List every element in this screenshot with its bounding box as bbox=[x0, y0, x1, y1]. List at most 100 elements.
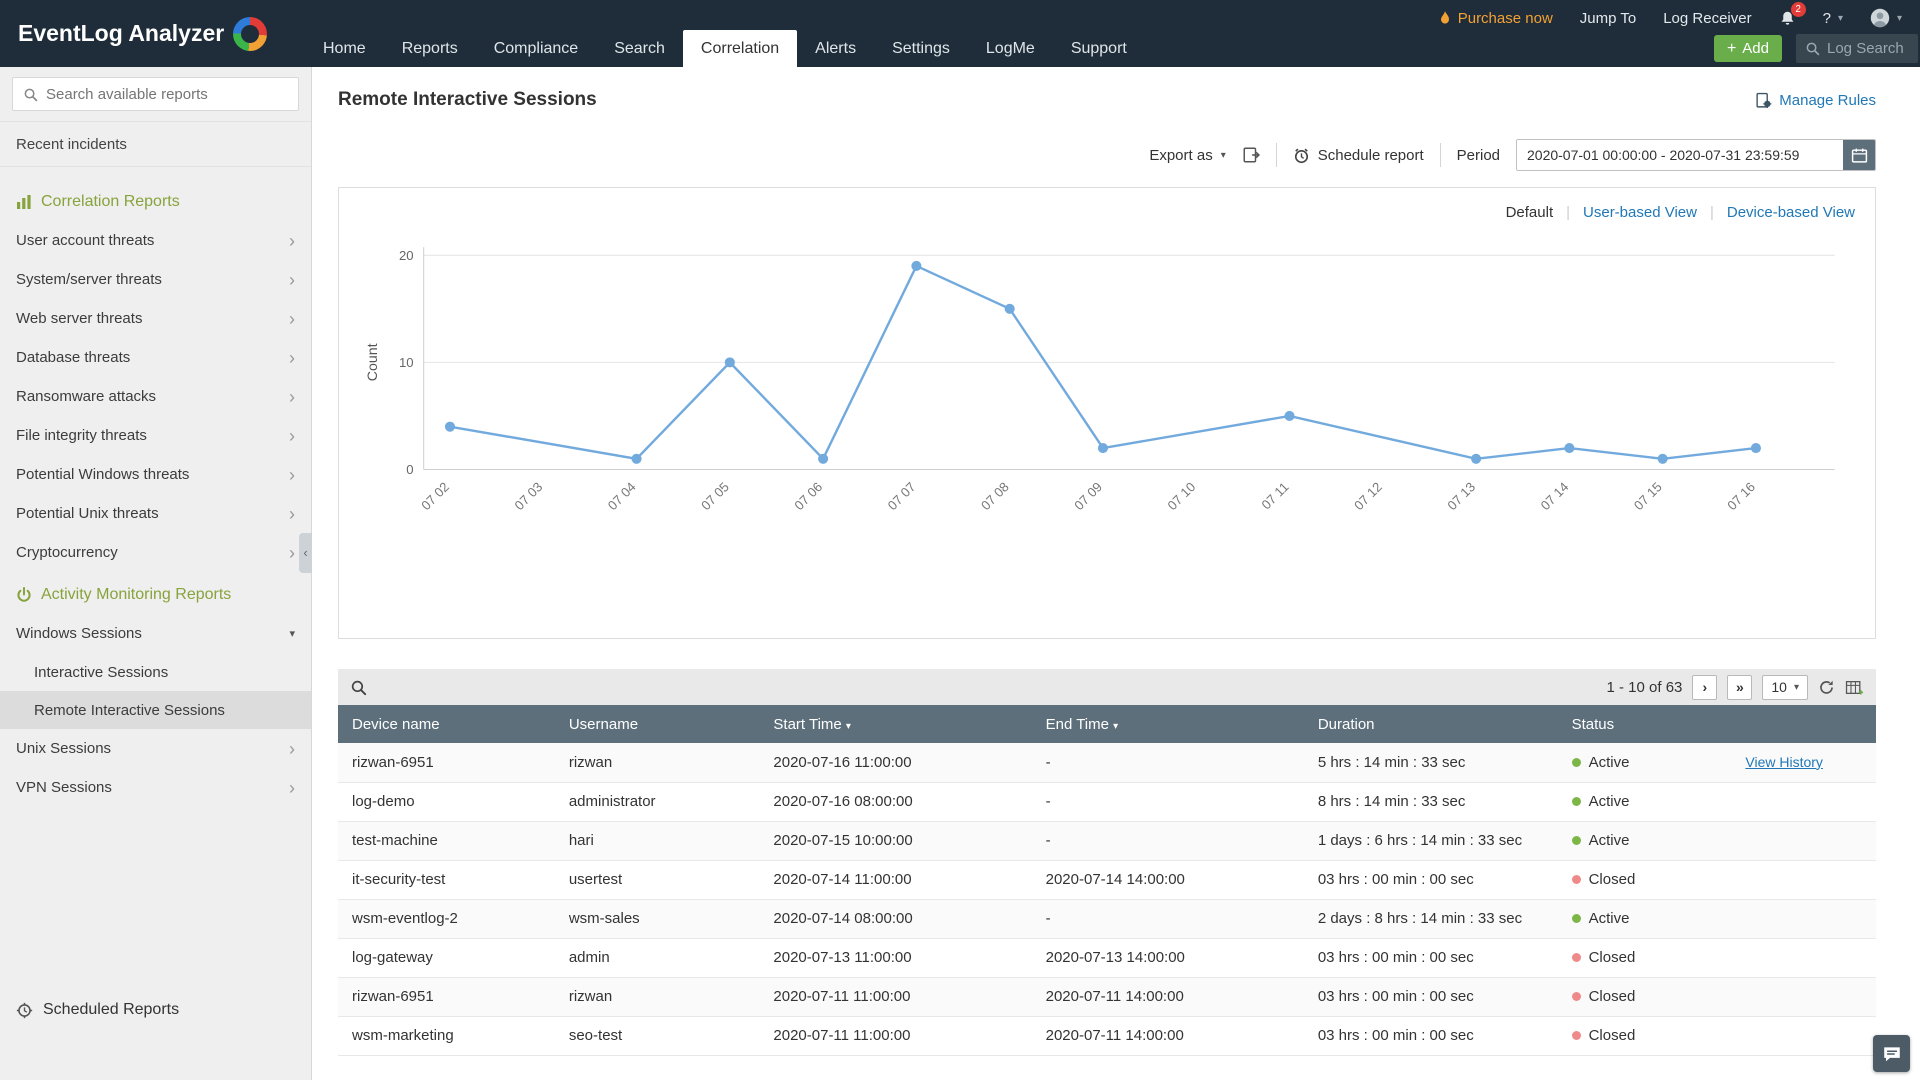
toolbar-divider bbox=[1440, 143, 1441, 167]
period-range-input[interactable] bbox=[1517, 140, 1843, 170]
sidebar-item-user-account-threats[interactable]: User account threats› bbox=[0, 221, 311, 260]
duration-cell: 03 hrs : 00 min : 00 sec bbox=[1304, 977, 1558, 1016]
table-row: rizwan-6951rizwan2020-07-11 11:00:002020… bbox=[338, 977, 1876, 1016]
flame-icon bbox=[1439, 11, 1451, 26]
search-icon bbox=[350, 679, 367, 696]
purchase-now-link[interactable]: Purchase now bbox=[1439, 10, 1553, 27]
section-title-correlation-reports: Correlation Reports bbox=[0, 179, 311, 221]
log-receiver-link[interactable]: Log Receiver bbox=[1663, 10, 1751, 27]
log-search-box[interactable]: Log Search bbox=[1796, 34, 1918, 63]
status-cell: Active bbox=[1558, 899, 1732, 938]
column-settings-button[interactable] bbox=[1845, 679, 1864, 696]
nav-item-compliance[interactable]: Compliance bbox=[476, 30, 596, 67]
sidebar-item-web-server-threats[interactable]: Web server threats› bbox=[0, 299, 311, 338]
column-header-device-name: Device name bbox=[338, 705, 555, 743]
sidebar-search[interactable] bbox=[12, 77, 299, 111]
calendar-button[interactable] bbox=[1843, 140, 1875, 170]
sidebar-item-potential-windows-threats[interactable]: Potential Windows threats› bbox=[0, 455, 311, 494]
export-settings-button[interactable] bbox=[1242, 146, 1260, 164]
user-avatar-icon bbox=[1870, 8, 1890, 28]
nav-item-reports[interactable]: Reports bbox=[384, 30, 476, 67]
table-row: log-gatewayadmin2020-07-13 11:00:002020-… bbox=[338, 938, 1876, 977]
sidebar-item-recent-incidents[interactable]: Recent incidents bbox=[0, 121, 311, 167]
help-button[interactable]: ?▾ bbox=[1823, 10, 1843, 27]
nav-item-alerts[interactable]: Alerts bbox=[797, 30, 874, 67]
sidebar-item-vpn-sessions[interactable]: VPN Sessions› bbox=[0, 768, 311, 807]
add-button[interactable]: + Add bbox=[1714, 35, 1782, 62]
sidebar-item-remote-interactive-sessions[interactable]: Remote Interactive Sessions bbox=[0, 691, 311, 729]
manage-rules-link[interactable]: Manage Rules bbox=[1755, 92, 1876, 109]
table-search-button[interactable] bbox=[350, 679, 367, 696]
view-tab-separator: | bbox=[1566, 204, 1570, 221]
nav-item-correlation[interactable]: Correlation bbox=[683, 30, 797, 67]
view-tab-default[interactable]: Default bbox=[1506, 204, 1554, 221]
nav-item-search[interactable]: Search bbox=[596, 30, 683, 67]
app-logo[interactable]: EventLog Analyzer bbox=[0, 0, 305, 67]
table-header-row: Device nameUsernameStart Time ▾End Time … bbox=[338, 705, 1876, 743]
power-icon bbox=[16, 587, 32, 603]
sidebar-item-system-server-threats[interactable]: System/server threats› bbox=[0, 260, 311, 299]
column-header-actions bbox=[1731, 705, 1876, 743]
sidebar-item-windows-sessions[interactable]: Windows Sessions▾ bbox=[0, 614, 311, 653]
jump-to-link[interactable]: Jump To bbox=[1580, 10, 1636, 27]
svg-text:20: 20 bbox=[399, 248, 414, 263]
nav-item-logme[interactable]: LogMe bbox=[968, 30, 1053, 67]
chevron-right-icon: › bbox=[289, 349, 295, 367]
schedule-report-button[interactable]: Schedule report bbox=[1293, 147, 1424, 164]
page-size-select[interactable]: 10▾ bbox=[1762, 675, 1808, 700]
page-title: Remote Interactive Sessions bbox=[338, 89, 597, 111]
nav-item-home[interactable]: Home bbox=[305, 30, 384, 67]
last-page-button[interactable]: » bbox=[1727, 675, 1752, 700]
sidebar-collapse-handle[interactable]: ‹ bbox=[299, 533, 312, 573]
sidebar-item-database-threats[interactable]: Database threats› bbox=[0, 338, 311, 377]
view-history-link[interactable]: View History bbox=[1745, 754, 1823, 770]
sidebar-item-unix-sessions[interactable]: Unix Sessions› bbox=[0, 729, 311, 768]
chevron-right-icon: › bbox=[289, 310, 295, 328]
sidebar-item-interactive-sessions[interactable]: Interactive Sessions bbox=[0, 653, 311, 691]
end-time-cell: 2020-07-14 14:00:00 bbox=[1032, 860, 1304, 899]
main-nav: HomeReportsComplianceSearchCorrelationAl… bbox=[305, 30, 1145, 67]
device-name-cell: log-gateway bbox=[338, 938, 555, 977]
refresh-button[interactable] bbox=[1818, 679, 1835, 696]
report-search-input[interactable] bbox=[46, 86, 288, 103]
view-tab-device-based-view[interactable]: Device-based View bbox=[1727, 204, 1855, 221]
end-time-cell: 2020-07-11 14:00:00 bbox=[1032, 977, 1304, 1016]
top-header: EventLog Analyzer Purchase now Jump To L… bbox=[0, 0, 1920, 67]
svg-text:07 12: 07 12 bbox=[1351, 479, 1385, 513]
user-menu-button[interactable]: ▾ bbox=[1870, 8, 1902, 28]
nav-bar: HomeReportsComplianceSearchCorrelationAl… bbox=[305, 30, 1920, 67]
chevron-right-icon: › bbox=[289, 427, 295, 445]
table-row: test-machinehari2020-07-15 10:00:00-1 da… bbox=[338, 821, 1876, 860]
sidebar-item-scheduled-reports[interactable]: Scheduled Reports bbox=[0, 988, 311, 1032]
export-as-button[interactable]: Export as▾ bbox=[1149, 147, 1225, 164]
start-time-cell: 2020-07-16 11:00:00 bbox=[759, 743, 1031, 782]
chevron-down-icon: ▾ bbox=[1897, 13, 1902, 24]
nav-item-settings[interactable]: Settings bbox=[874, 30, 968, 67]
column-header-start-time[interactable]: Start Time ▾ bbox=[759, 705, 1031, 743]
sidebar-item-potential-unix-threats[interactable]: Potential Unix threats› bbox=[0, 494, 311, 533]
device-name-cell: rizwan-6951 bbox=[338, 743, 555, 782]
end-time-cell: 2020-07-11 14:00:00 bbox=[1032, 1016, 1304, 1055]
chevron-right-icon: › bbox=[289, 779, 295, 797]
table-toolbar: 1 - 10 of 63 › » 10▾ bbox=[338, 669, 1876, 705]
status-label: Active bbox=[1589, 754, 1630, 771]
svg-text:07 04: 07 04 bbox=[605, 479, 639, 513]
nav-item-support[interactable]: Support bbox=[1053, 30, 1145, 67]
sidebar: Recent incidents Correlation ReportsUser… bbox=[0, 67, 312, 1080]
status-cell: Active bbox=[1558, 743, 1732, 782]
sidebar-sections: Correlation ReportsUser account threats›… bbox=[0, 167, 311, 988]
svg-text:07 10: 07 10 bbox=[1165, 479, 1199, 513]
duration-cell: 03 hrs : 00 min : 00 sec bbox=[1304, 938, 1558, 977]
calendar-icon bbox=[1851, 147, 1868, 164]
duration-cell: 2 days : 8 hrs : 14 min : 33 sec bbox=[1304, 899, 1558, 938]
notifications-button[interactable]: 2 bbox=[1779, 10, 1796, 27]
chat-button[interactable] bbox=[1873, 1035, 1910, 1072]
status-label: Closed bbox=[1589, 988, 1636, 1005]
sidebar-item-cryptocurrency[interactable]: Cryptocurrency› bbox=[0, 533, 311, 572]
next-page-button[interactable]: › bbox=[1692, 675, 1717, 700]
view-tab-user-based-view[interactable]: User-based View bbox=[1583, 204, 1697, 221]
column-header-end-time[interactable]: End Time ▾ bbox=[1032, 705, 1304, 743]
sidebar-item-file-integrity-threats[interactable]: File integrity threats› bbox=[0, 416, 311, 455]
username-cell: usertest bbox=[555, 860, 760, 899]
sidebar-item-ransomware-attacks[interactable]: Ransomware attacks› bbox=[0, 377, 311, 416]
